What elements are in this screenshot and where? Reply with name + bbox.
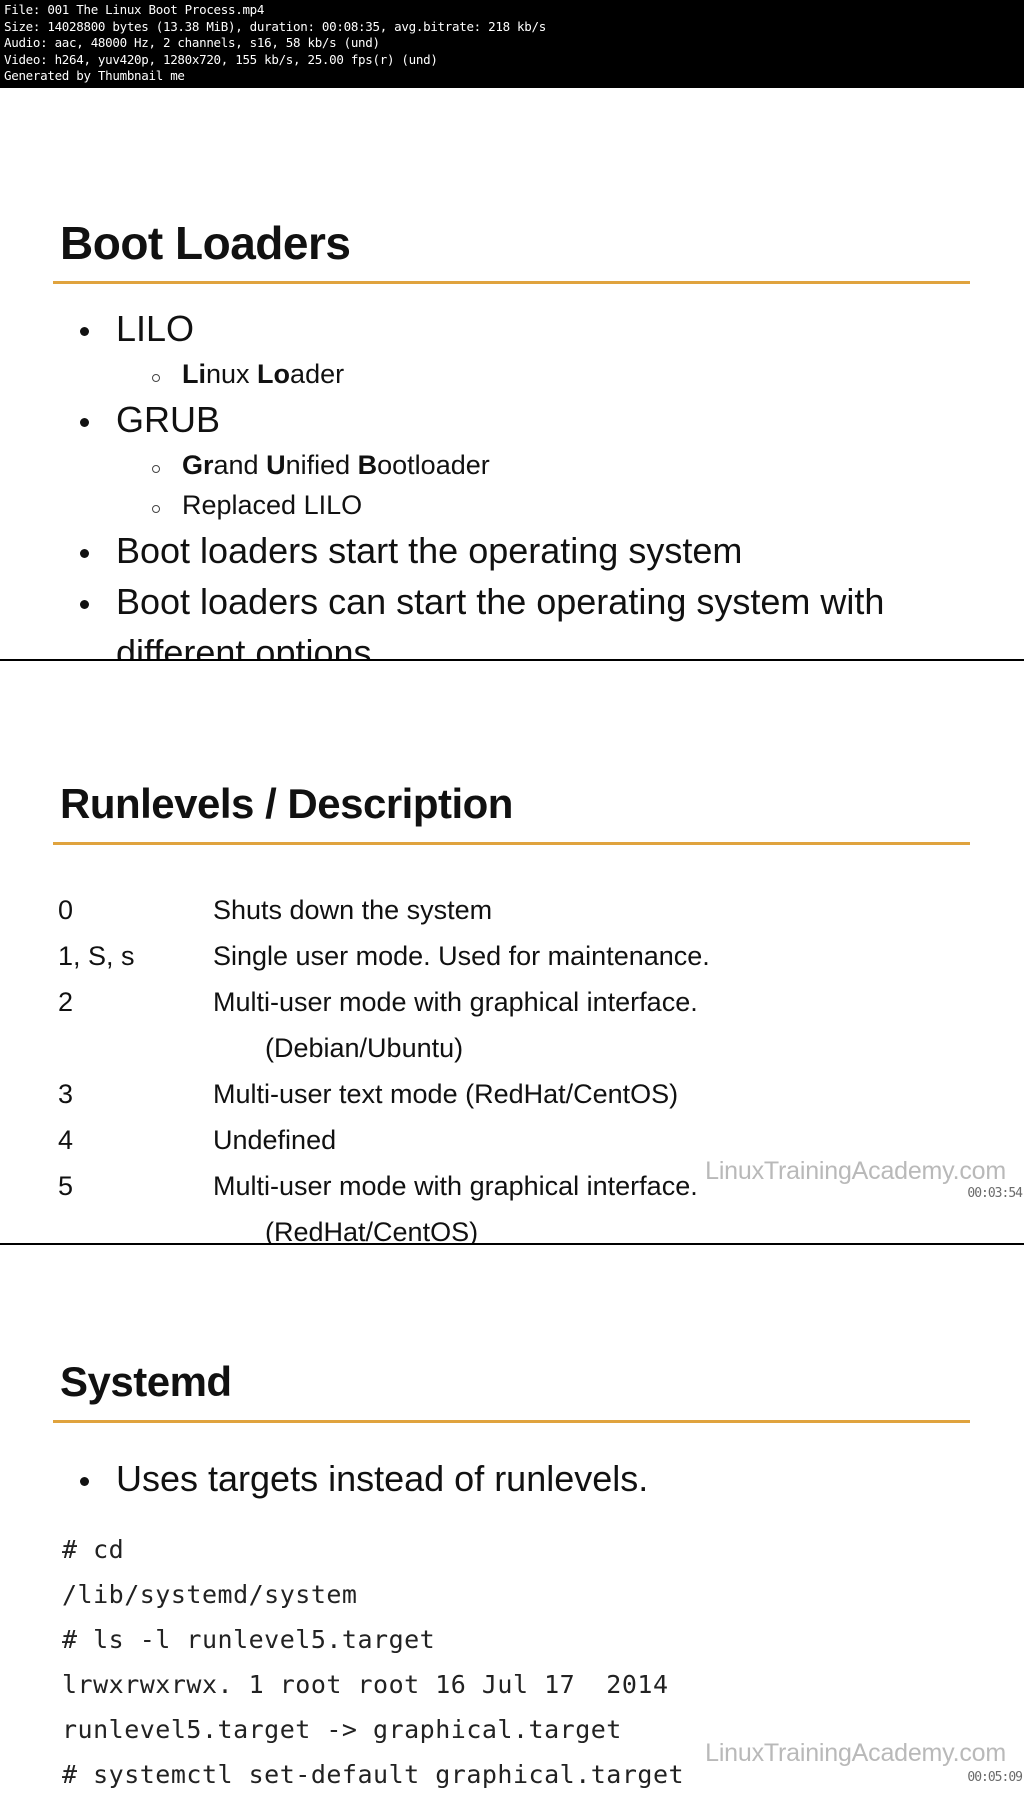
bullet-text: Uses targets instead of runlevels.	[116, 1458, 649, 1499]
slide-3-title: Systemd	[60, 1358, 232, 1405]
slide-3-bullet-list: Uses targets instead of runlevels.	[60, 1453, 960, 1504]
slide-1-title-rule	[53, 281, 970, 284]
slide-3-timestamp: 00:05:09	[967, 1770, 1023, 1785]
info-line-size: Size: 14028800 bytes (13.38 MiB), durati…	[4, 18, 546, 34]
bullet-text: Grand Unified Bootloader	[182, 450, 490, 480]
info-line-video: Video: h264, yuv420p, 1280x720, 155 kb/s…	[4, 51, 438, 67]
bullet-item: Uses targets instead of runlevels.	[80, 1453, 960, 1504]
info-line-audio: Audio: aac, 48000 Hz, 2 channels, s16, 5…	[4, 35, 380, 51]
bullet-text: Boot loaders start the operating system	[116, 530, 743, 571]
slide-2-title-rule	[53, 842, 970, 845]
runlevel-description-sub: (RedHat/CentOS)	[265, 1217, 479, 1245]
info-line-file: File: 001 The Linux Boot Process.mp4	[4, 2, 265, 17]
runlevel-value: 3	[58, 1079, 74, 1109]
table-row-continuation: (Debian/Ubuntu)	[58, 1025, 958, 1071]
video-info-header: File: 001 The Linux Boot Process.mp4 Siz…	[0, 0, 1024, 88]
bullet-text: Replaced LILO	[182, 490, 363, 520]
table-row-continuation: (RedHat/CentOS)	[58, 1209, 958, 1245]
bullet-circle-icon	[152, 374, 160, 382]
runlevel-value-empty	[58, 1209, 213, 1243]
slide-1-bullet-list: LILO Linux Loader GRUB Grand Unified Boo…	[60, 303, 960, 661]
runlevel-value: 4	[58, 1125, 74, 1155]
bullet-dot-icon	[80, 600, 89, 609]
bullet-text: GRUB	[116, 399, 221, 440]
bullet-text: Linux Loader	[182, 359, 345, 389]
bullet-text: LILO	[116, 308, 195, 349]
table-row: 1, S, s Single user mode. Used for maint…	[58, 933, 958, 979]
slide-2-title: Runlevels / Description	[60, 780, 513, 827]
runlevel-description: Shuts down the system	[213, 895, 493, 925]
bullet-item: GRUB	[80, 394, 960, 445]
runlevel-description-sub: (Debian/Ubuntu)	[265, 1033, 464, 1063]
runlevels-table: 0 Shuts down the system 1, S, s Single u…	[58, 887, 958, 1245]
bullet-dot-icon	[80, 1477, 89, 1486]
table-row: 0 Shuts down the system	[58, 887, 958, 933]
runlevel-value: 0	[58, 895, 74, 925]
info-line-generator: Generated by Thumbnail me	[4, 68, 185, 84]
slide-thumbnail-1[interactable]: Boot Loaders LILO Linux Loader GRUB Gran…	[0, 88, 1024, 661]
watermark: LinuxTrainingAcademy.com	[705, 1739, 1006, 1767]
watermark: LinuxTrainingAcademy.com	[705, 1157, 1006, 1185]
runlevel-value: 1, S, s	[58, 941, 135, 971]
runlevel-description: Multi-user text mode (RedHat/CentOS)	[213, 1079, 679, 1109]
bullet-item: Linux Loader	[152, 354, 960, 394]
runlevel-value: 5	[58, 1171, 74, 1201]
bullet-circle-icon	[152, 505, 160, 513]
bullet-item: Replaced LILO	[152, 485, 960, 525]
table-row: 2 Multi-user mode with graphical interfa…	[58, 979, 958, 1025]
slide-thumbnail-3[interactable]: Systemd Uses targets instead of runlevel…	[0, 1245, 1024, 1811]
slide-3-title-rule	[53, 1420, 970, 1423]
bullet-dot-icon	[80, 549, 89, 558]
bullet-item: Boot loaders can start the operating sys…	[80, 576, 960, 661]
runlevel-description: Single user mode. Used for maintenance.	[213, 941, 710, 971]
bullet-text: Boot loaders can start the operating sys…	[116, 581, 885, 661]
bullet-circle-icon	[152, 465, 160, 473]
bullet-item: Boot loaders start the operating system	[80, 525, 960, 576]
bullet-dot-icon	[80, 418, 89, 427]
runlevel-description: Multi-user mode with graphical interface…	[213, 987, 698, 1017]
slide-thumbnail-2[interactable]: Runlevels / Description 0 Shuts down the…	[0, 661, 1024, 1245]
runlevel-value: 2	[58, 987, 74, 1017]
table-row: 3 Multi-user text mode (RedHat/CentOS)	[58, 1071, 958, 1117]
slide-2-timestamp: 00:03:54	[967, 1186, 1023, 1201]
bullet-item: LILO	[80, 303, 960, 354]
bullet-item: Grand Unified Bootloader	[152, 445, 960, 485]
bullet-dot-icon	[80, 327, 89, 336]
slide-1-title: Boot Loaders	[60, 217, 351, 269]
runlevel-value-empty	[58, 1025, 213, 1071]
